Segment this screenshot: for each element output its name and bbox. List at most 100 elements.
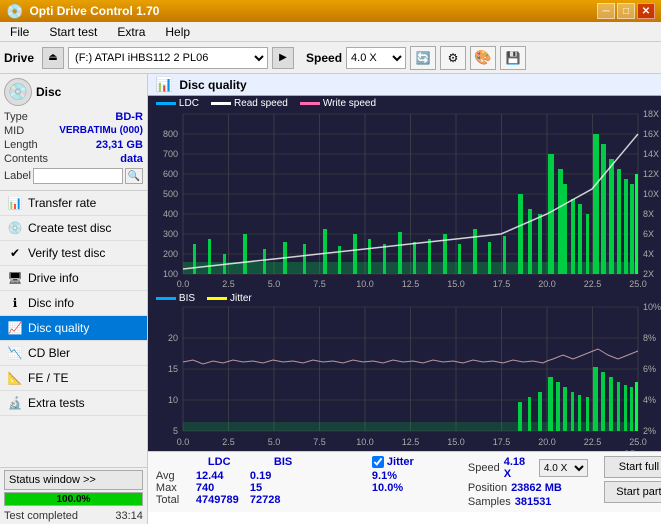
svg-text:15.0: 15.0 [447,437,465,447]
nav-disc-info-label: Disc info [28,296,74,310]
legend-bis-color [156,297,176,300]
extra-tests-icon: 🔬 [8,396,22,410]
svg-text:5.0: 5.0 [268,279,281,289]
fe-te-icon: 📐 [8,371,22,385]
samples-label: Samples [468,496,511,508]
length-label: Length [4,139,38,151]
menu-help[interactable]: Help [159,23,196,41]
menu-file[interactable]: File [4,23,35,41]
nav-cd-bler[interactable]: 📉 CD Bler [0,341,147,366]
svg-text:5.0: 5.0 [268,437,281,447]
svg-text:10.0: 10.0 [356,279,374,289]
title-bar: 💿 Opti Drive Control 1.70 ─ □ ✕ [0,0,661,22]
menu-start-test[interactable]: Start test [43,23,103,41]
menu-extra[interactable]: Extra [111,23,151,41]
drive-eject-icon[interactable]: ⏏ [42,47,64,69]
time-display: 33:14 [115,508,143,522]
drive-bar: Drive ⏏ (F:) ATAPI iHBS112 2 PL06 ▶ Spee… [0,42,661,74]
nav-disc-quality[interactable]: 📈 Disc quality [0,316,147,341]
disc-quality-icon: 📈 [8,321,22,335]
svg-text:10.0: 10.0 [356,437,374,447]
legend-bis: BIS [156,293,195,304]
nav-transfer-rate[interactable]: 📊 Transfer rate [0,191,147,216]
svg-text:25.0: 25.0 [629,279,647,289]
ldc-header [156,456,192,468]
length-value: 23,31 GB [96,139,143,151]
disc-icon: 💿 [4,78,32,106]
action-buttons: Start full Start part [604,456,661,508]
speed-select[interactable]: 4.0 X 2.0 X 8.0 X [539,459,588,477]
app-icon: 💿 [6,3,23,20]
top-chart-svg: 100 200 300 400 500 600 700 800 2X 4X 6X… [148,96,661,291]
bis-header: LDC [208,456,258,468]
contents-label: Contents [4,153,48,165]
svg-text:20.0: 20.0 [538,437,556,447]
svg-text:0.0: 0.0 [177,279,190,289]
label-input[interactable] [33,168,123,184]
left-panel: 💿 Disc Type BD-R MID VERBATIMu (000) Len… [0,74,148,524]
transfer-rate-icon: 📊 [8,196,22,210]
settings-button[interactable]: ⚙ [440,46,466,70]
close-button[interactable]: ✕ [637,3,655,19]
contents-value: data [120,153,143,165]
right-panel: 📊 Disc quality LDC Read speed Write spee… [148,74,661,524]
svg-text:10X: 10X [643,189,659,199]
status-bar: Status window >> 100.0% Test completed 3… [0,467,147,524]
svg-text:12X: 12X [643,169,659,179]
nav-verify-test-disc[interactable]: ✔ Verify test disc [0,241,147,266]
svg-text:200: 200 [163,249,178,259]
main-area: 💿 Disc Type BD-R MID VERBATIMu (000) Len… [0,74,661,524]
maximize-button[interactable]: □ [617,3,635,19]
label-btn[interactable]: 🔍 [125,168,143,184]
position-value: 23862 MB [511,482,562,494]
svg-text:14X: 14X [643,149,659,159]
ldc-max: 740 [196,482,246,494]
svg-text:500: 500 [163,189,178,199]
legend-ldc-label: LDC [179,98,199,109]
svg-text:300: 300 [163,229,178,239]
refresh-button[interactable]: 🔄 [410,46,436,70]
nav-create-test-disc[interactable]: 💿 Create test disc [0,216,147,241]
start-full-button[interactable]: Start full [604,456,661,478]
max-label: Max [156,482,192,494]
legend-write: Write speed [300,98,376,109]
nav-drive-info[interactable]: 🖥 Drive info [0,266,147,291]
start-part-button[interactable]: Start part [604,481,661,503]
top-chart-container: LDC Read speed Write speed [148,96,661,291]
color-button[interactable]: 🎨 [470,46,496,70]
status-window-button[interactable]: Status window >> [4,470,143,490]
nav-cd-bler-label: CD Bler [28,346,70,360]
jitter-avg: 9.1% [372,470,452,482]
svg-text:7.5: 7.5 [313,279,326,289]
legend-bis-label: BIS [179,293,195,304]
speed-value: 4.18 X [504,456,535,480]
disc-section-title: Disc [36,85,61,99]
legend-write-label: Write speed [323,98,376,109]
jitter-max: 10.0% [372,482,452,494]
svg-text:8%: 8% [643,333,656,343]
save-button[interactable]: 💾 [500,46,526,70]
drive-arrow-icon[interactable]: ▶ [272,47,294,69]
drive-select[interactable]: (F:) ATAPI iHBS112 2 PL06 [68,47,268,69]
nav-extra-tests-label: Extra tests [28,396,85,410]
svg-text:12.5: 12.5 [402,279,420,289]
svg-text:0.0: 0.0 [177,437,190,447]
svg-text:700: 700 [163,149,178,159]
svg-text:5: 5 [173,426,178,436]
svg-text:100: 100 [163,269,178,279]
svg-text:600: 600 [163,169,178,179]
nav-fe-te[interactable]: 📐 FE / TE [0,366,147,391]
jitter-checkbox[interactable] [372,456,384,468]
mid-label: MID [4,125,24,137]
speed-select[interactable]: 4.0 X 2.0 X 8.0 X [346,47,406,69]
nav-verify-test-disc-label: Verify test disc [28,246,105,260]
drive-info-icon: 🖥 [8,271,22,285]
minimize-button[interactable]: ─ [597,3,615,19]
bis-total: 72728 [250,494,300,506]
nav-extra-tests[interactable]: 🔬 Extra tests [0,391,147,416]
svg-text:4%: 4% [643,395,656,405]
nav-disc-info[interactable]: ℹ Disc info [0,291,147,316]
ldc-total: 4749789 [196,494,246,506]
svg-text:18X: 18X [643,109,659,119]
type-label: Type [4,111,28,123]
